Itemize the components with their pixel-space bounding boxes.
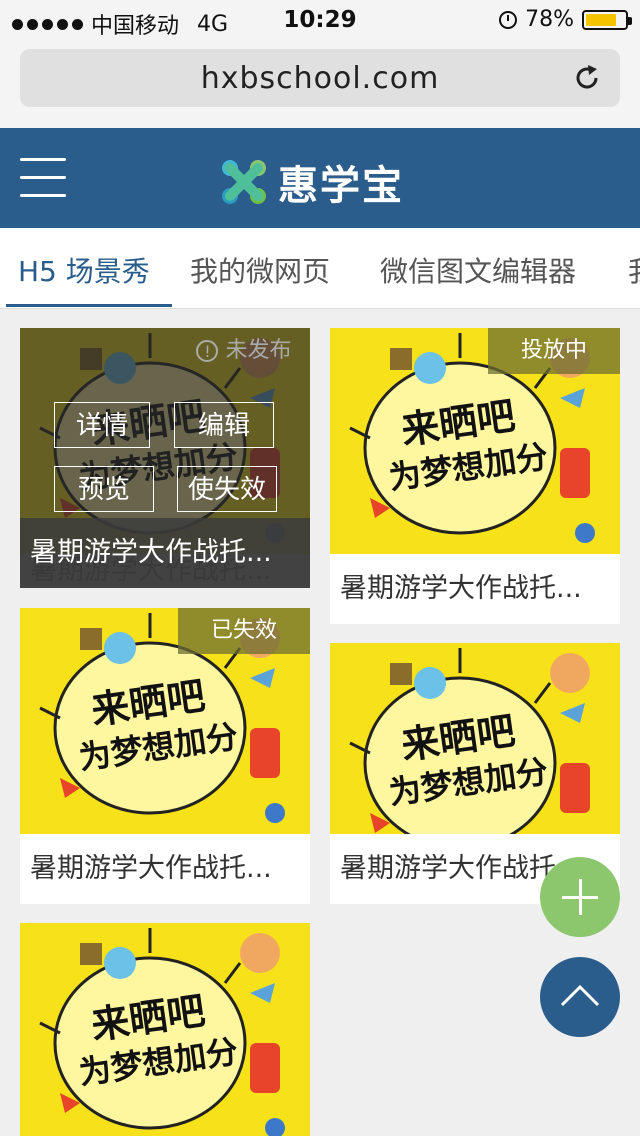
details-button[interactable]: 详情 [54, 402, 150, 448]
back-to-top-button[interactable] [540, 957, 620, 1037]
scene-card[interactable]: 来晒吧 为梦想加分 暑期游学大作战托... ! 未发布 详情 编辑 预览 使失效… [20, 328, 310, 588]
hamburger-icon[interactable] [20, 158, 66, 198]
edit-button[interactable]: 编辑 [174, 402, 274, 448]
scene-card[interactable]: 来晒吧 为梦想加分 [20, 923, 310, 1136]
overlay-title: 暑期游学大作战托... [20, 518, 310, 588]
brand-logo: 惠学宝 [220, 153, 404, 211]
card-action-overlay: ! 未发布 详情 编辑 预览 使失效 暑期游学大作战托... [20, 328, 310, 588]
logo-mark-icon [222, 160, 266, 204]
add-scene-button[interactable] [540, 857, 620, 937]
poster-image: 来晒吧 为梦想加分 [330, 643, 620, 834]
reload-icon[interactable] [572, 63, 602, 93]
status-badge: 投放中 [488, 328, 620, 374]
deactivate-button[interactable]: 使失效 [177, 466, 277, 512]
info-circle-icon: ! [196, 340, 219, 362]
status-badge: ! 未发布 [178, 328, 310, 374]
card-thumbnail[interactable]: 来晒吧 为梦想加分 [330, 643, 620, 834]
active-tab-indicator [6, 304, 172, 307]
status-text: 未发布 [225, 338, 292, 363]
card-thumbnail[interactable]: 来晒吧 为梦想加分 投放中 [330, 328, 620, 554]
chevron-up-icon [560, 984, 600, 1007]
preview-button[interactable]: 预览 [54, 466, 154, 512]
scene-card[interactable]: 来晒吧 为梦想加分 已失效 暑期游学大作战托... [20, 608, 310, 904]
url-text: hxbschool.com [200, 61, 440, 96]
tab-bar: H5 场景秀 我的微网页 微信图文编辑器 我 [0, 228, 640, 309]
brand-name: 惠学宝 [278, 163, 404, 209]
alarm-icon [499, 10, 518, 29]
address-bar[interactable]: hxbschool.com [20, 49, 620, 107]
tab-h5-scene[interactable]: H5 场景秀 [18, 250, 150, 290]
app-header: 惠学宝 [0, 128, 640, 228]
tab-more[interactable]: 我 [628, 250, 640, 290]
status-bar: 中国移动 4G 10:29 78% [0, 0, 640, 40]
card-title: 暑期游学大作战托... [30, 853, 272, 884]
tab-wechat-editor[interactable]: 微信图文编辑器 [380, 250, 576, 290]
browser-toolbar: hxbschool.com [0, 40, 640, 128]
card-thumbnail[interactable]: 来晒吧 为梦想加分 已失效 [20, 608, 310, 834]
battery-percent: 78% [525, 7, 574, 32]
status-badge: 已失效 [178, 608, 310, 654]
battery-icon [582, 9, 632, 30]
scene-card[interactable]: 来晒吧 为梦想加分 投放中 暑期游学大作战托... [330, 328, 620, 624]
tab-my-microsite[interactable]: 我的微网页 [190, 250, 330, 290]
card-title: 暑期游学大作战托... [340, 573, 582, 604]
poster-image: 来晒吧 为梦想加分 [20, 923, 310, 1136]
card-thumbnail[interactable]: 来晒吧 为梦想加分 [20, 923, 310, 1136]
